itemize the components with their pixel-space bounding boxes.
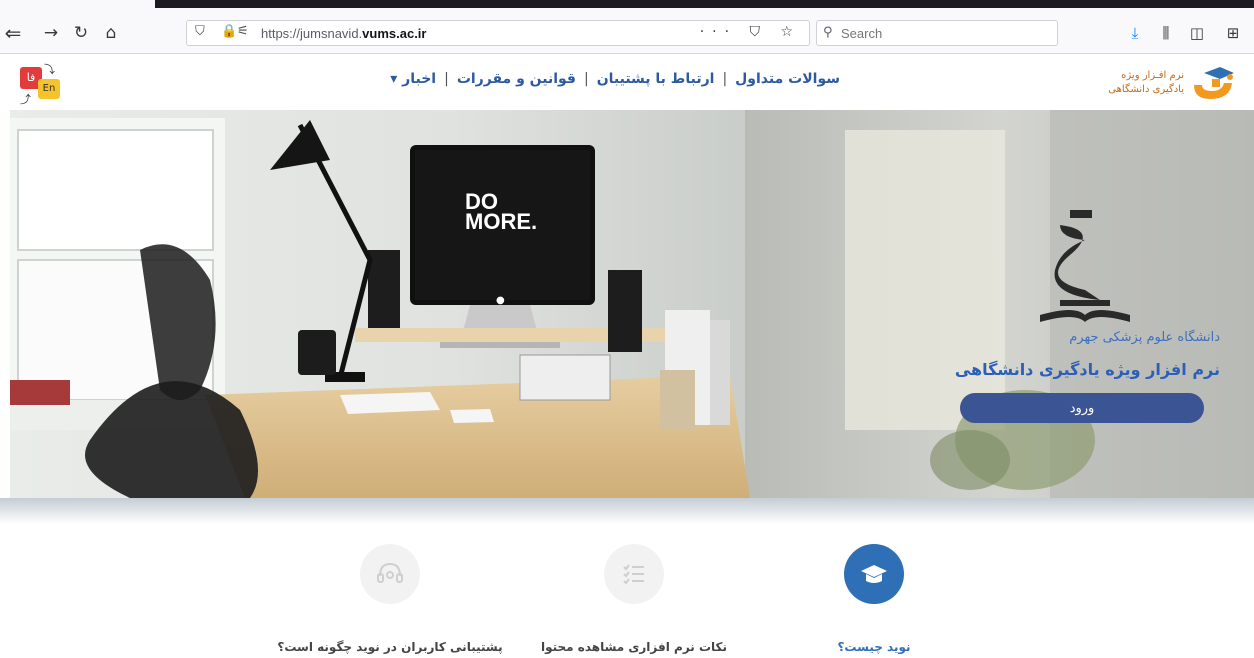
lang-en-badge[interactable]: En	[38, 79, 60, 99]
site-logo[interactable]: نرم افـزار ویژه یادگیری دانشگاهی	[1080, 61, 1240, 105]
hero-tagline: نرم افزار ویژه یادگیری دانشگاهی	[954, 360, 1220, 379]
graduation-cap-icon	[861, 565, 887, 583]
permissions-icon[interactable]: ⚟	[237, 24, 249, 39]
university-name: دانشگاه علوم پزشکی جهرم	[1069, 330, 1220, 345]
search-input[interactable]	[841, 24, 1041, 42]
feature-software-tips[interactable]: نکات نرم افزاری مشاهده محتوا	[514, 544, 754, 658]
library-icon[interactable]: ⫼	[1155, 22, 1177, 44]
browser-toolbar: ⇐ → ↻ ⌂ ⛉ 🔒 ⚟ https://jumsnavid.vums.ac.…	[0, 0, 1254, 54]
hero-shadow	[0, 498, 1254, 524]
download-icon[interactable]: ⤓	[1124, 22, 1146, 44]
main-nav: سوالات متداول | ارتباط با پشتیبان | قوانین و…	[390, 71, 840, 93]
nav-separator: |	[444, 71, 449, 87]
monitor-text: DO MORE.	[465, 189, 538, 234]
page-actions[interactable]: ··· ⛉ ☆	[700, 24, 801, 40]
feature-user-support[interactable]: پشتیبانی کاربران در نوید چگونه است؟	[270, 544, 510, 658]
forward-icon[interactable]: →	[40, 22, 62, 44]
checklist-icon	[623, 564, 644, 585]
reload-icon[interactable]: ↻	[70, 22, 92, 44]
home-icon[interactable]: ⌂	[100, 22, 122, 44]
back-icon[interactable]: ⇐	[2, 22, 24, 44]
feature-icon-circle[interactable]	[604, 544, 664, 604]
nav-separator: |	[583, 71, 589, 87]
swap-arrow-icon: ⤵	[44, 63, 55, 76]
headset-icon	[377, 562, 403, 583]
swap-arrow-icon: ⤴	[20, 93, 31, 106]
site-header: فا En ⤵ ⤴ سوالات متداول | ارتباط با پشتیبا…	[0, 55, 1254, 110]
feature-label[interactable]: نکات نرم افزاری مشاهده محتوا	[514, 640, 754, 654]
lock-warning-icon[interactable]: 🔒	[221, 24, 237, 39]
search-icon: ⚲	[823, 25, 833, 40]
shield-icon[interactable]: ⛉	[195, 24, 205, 39]
nav-rules[interactable]: قوانین و مقررات	[457, 71, 576, 87]
hero-banner: DO MORE. ●	[10, 110, 1254, 498]
nav-news-dropdown[interactable]: اخبار ▾	[390, 71, 436, 87]
extension-icon[interactable]: ⊞	[1222, 22, 1244, 44]
feature-label[interactable]: پشتیبانی کاربران در نوید چگونه است؟	[270, 640, 510, 654]
login-button[interactable]: ورود	[960, 393, 1204, 423]
hero-image	[10, 110, 1254, 498]
language-switch[interactable]: فا En ⤵ ⤴	[20, 61, 64, 106]
url-bar[interactable]: ⛉ 🔒 ⚟ https://jumsnavid.vums.ac.ir ··· ⛉…	[186, 20, 810, 46]
nav-separator: |	[722, 71, 728, 87]
tab-strip	[155, 0, 1254, 8]
url-text[interactable]: https://jumsnavid.vums.ac.ir	[261, 26, 426, 41]
feature-what-is-navid[interactable]: نوید چیست؟	[754, 544, 994, 658]
nav-faq[interactable]: سوالات متداول	[735, 71, 840, 87]
apple-logo-icon: ●	[496, 295, 505, 306]
navid-logo-icon	[1194, 67, 1234, 99]
search-field[interactable]: ⚲	[816, 20, 1058, 46]
feature-label[interactable]: نوید چیست؟	[754, 640, 994, 654]
nav-contact-support[interactable]: ارتباط با پشتیبان	[597, 71, 715, 87]
feature-icon-circle[interactable]	[360, 544, 420, 604]
feature-icon-circle[interactable]	[844, 544, 904, 604]
logo-text: نرم افـزار ویژه یادگیری دانشگاهی	[1108, 70, 1184, 95]
sidebar-icon[interactable]: ◫	[1186, 22, 1208, 44]
